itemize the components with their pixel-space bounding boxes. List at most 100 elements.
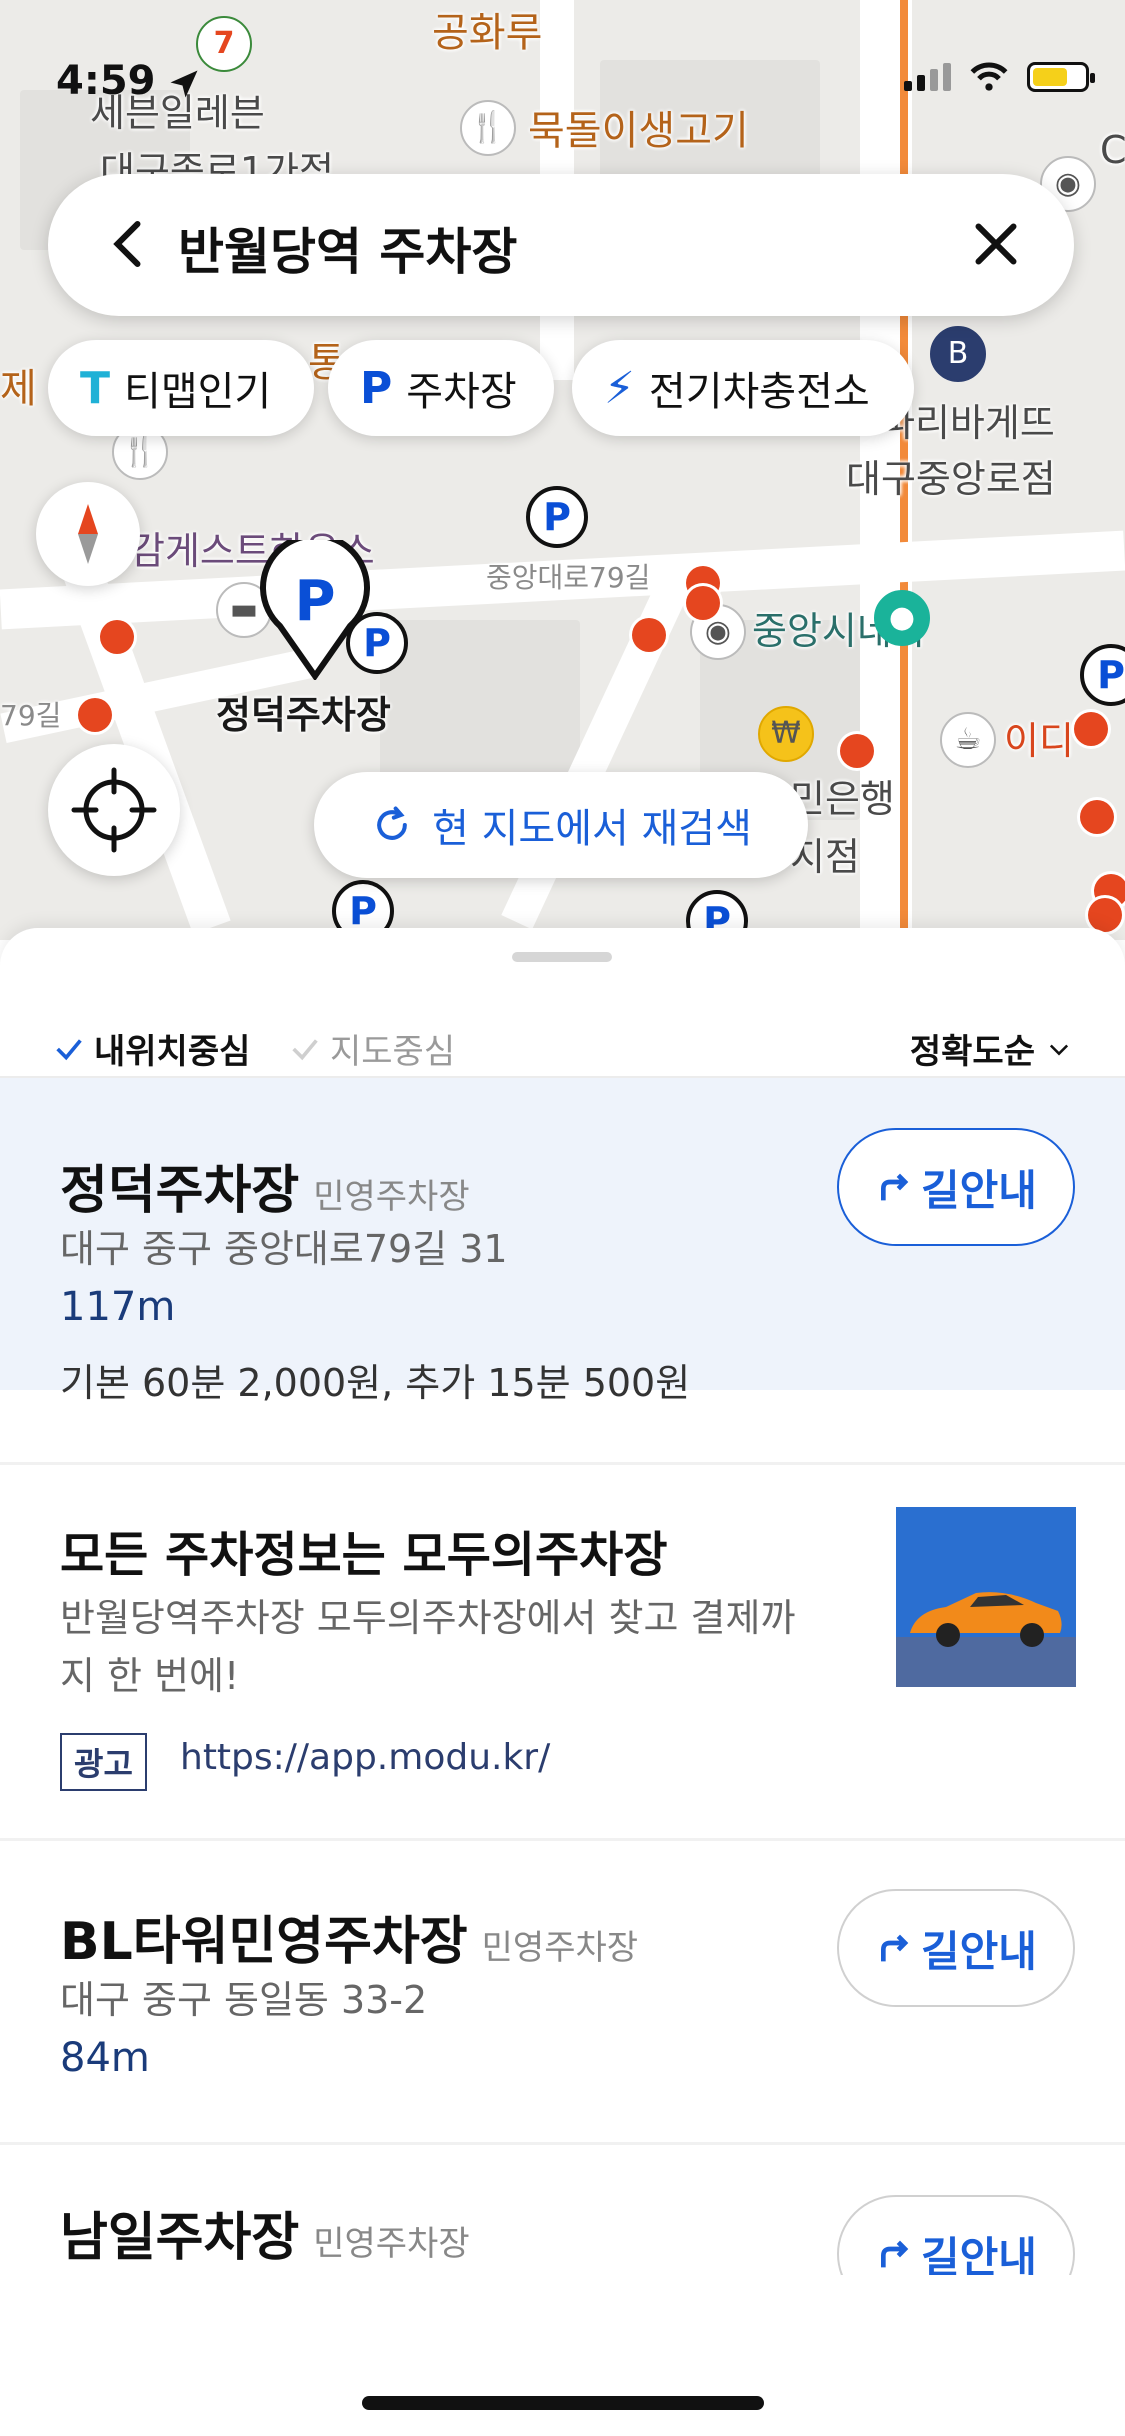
svg-text:P: P <box>294 569 335 634</box>
chip-label: 주차장 <box>406 369 517 415</box>
result-address: 대구 중구 중앙대로79길 31 <box>60 1227 508 1271</box>
check-icon <box>56 1038 82 1060</box>
result-title: BL타워민영주차장 민영주차장 <box>60 1899 638 1974</box>
chip-parking[interactable]: P 주차장 <box>328 340 554 436</box>
sort-label: 정확도순 <box>909 1032 1035 1072</box>
turn-right-icon <box>881 1934 909 1962</box>
result-category: 민영주차장 <box>481 1928 639 1968</box>
sort-dropdown[interactable]: 정확도순 <box>910 1024 1073 1073</box>
map-label-paris-branch: 대구중앙로점 <box>846 457 1056 501</box>
crosshair-icon <box>71 767 157 853</box>
result-title: 남일주차장 민영주차장 <box>60 2195 470 2270</box>
result-category: 민영주차장 <box>313 1177 470 1217</box>
map-label-road-left: 79길 <box>0 699 62 732</box>
result-category: 민영주차장 <box>313 2224 470 2264</box>
restaurant-icon[interactable]: 🍴 <box>460 100 516 156</box>
selected-parking-label: 정덕주차장 <box>216 693 391 737</box>
navigate-label: 길안내 <box>921 1165 1037 1215</box>
filter-label: 지도중심 <box>330 1032 456 1072</box>
bank-icon[interactable]: ₩ <box>758 706 814 762</box>
compass-icon <box>78 504 98 564</box>
status-time: 4:59 <box>56 58 156 104</box>
check-icon <box>292 1038 318 1060</box>
result-distance: 84m <box>60 2035 150 2081</box>
sheet-handle[interactable] <box>512 952 612 962</box>
result-item[interactable]: 정덕주차장 민영주차장 대구 중구 중앙대로79길 31 117m 기본 60분 … <box>0 1078 1125 1405</box>
map-red-pin[interactable] <box>1080 800 1114 834</box>
map-label-road: 중앙대로79길 <box>486 561 651 594</box>
filter-map-center[interactable]: 지도중심 <box>288 1024 455 1073</box>
map-label-partial-c: C <box>1100 128 1125 172</box>
convenience-store-icon[interactable]: 7 <box>196 16 252 72</box>
lightning-icon: ⚡ <box>604 362 635 414</box>
result-item[interactable]: BL타워민영주차장 민영주차장 대구 중구 동일동 33-2 84m 길안내 <box>0 1841 1125 2143</box>
map-label-mokdol: 묵돌이생고기 <box>528 108 749 154</box>
map-label-partial-left: 제 <box>0 366 37 412</box>
map-red-pin[interactable] <box>686 586 720 620</box>
parking-pin[interactable]: P <box>1080 644 1125 706</box>
selected-parking-marker[interactable]: P <box>260 532 370 682</box>
wifi-icon <box>970 62 1008 91</box>
turn-right-icon <box>881 1173 909 1201</box>
map-red-pin[interactable] <box>632 618 666 652</box>
result-title: 정덕주차장 민영주차장 <box>60 1148 470 1223</box>
filter-label: 내위치중심 <box>94 1032 251 1072</box>
cafe-icon[interactable]: ☕ <box>940 712 996 768</box>
chip-ev-charging[interactable]: ⚡ 전기차충전소 <box>572 340 914 436</box>
map-red-pin[interactable] <box>840 734 874 768</box>
chip-label: 전기차충전소 <box>648 369 870 415</box>
result-name: BL타워민영주차장 <box>60 1912 468 1972</box>
battery-icon <box>1027 62 1095 92</box>
result-distance: 117m <box>60 1284 176 1330</box>
home-indicator[interactable] <box>362 2396 764 2410</box>
navigate-button[interactable]: 길안내 <box>837 1889 1075 2007</box>
ad-item[interactable]: 모든 주차정보는 모두의주차장 반월당역주차장 모두의주차장에서 찾고 결제까 … <box>0 1465 1125 1837</box>
filter-my-location[interactable]: 내위치중심 <box>52 1024 250 1073</box>
parking-pin[interactable]: P <box>526 486 588 548</box>
result-name: 정덕주차장 <box>60 1161 300 1221</box>
location-pin-icon[interactable]: ● <box>874 590 930 646</box>
chip-tmap-popular[interactable]: T 티맵인기 <box>48 340 314 436</box>
compass-button[interactable] <box>36 482 140 586</box>
ad-title: 모든 주차정보는 모두의주차장 <box>60 1527 668 1583</box>
ad-url[interactable]: https://app.modu.kr/ <box>180 1737 550 1778</box>
ad-badge: 광고 <box>60 1733 147 1791</box>
result-price: 기본 60분 2,000원, 추가 15분 500원 <box>60 1361 691 1405</box>
map-red-pin[interactable] <box>1088 898 1122 932</box>
search-input[interactable]: 반월당역 주차장 <box>178 212 517 284</box>
ad-body-line2: 지 한 번에! <box>60 1654 240 1698</box>
current-location-button[interactable] <box>48 744 180 876</box>
map-view[interactable]: 세븐일레븐 대구종로1가점 공화루 묵돌이생고기 파리바게뜨 대구중앙로점 감게… <box>0 0 1125 940</box>
close-icon[interactable] <box>966 214 1026 274</box>
back-icon[interactable] <box>100 214 160 274</box>
bakery-icon[interactable]: B <box>930 326 986 382</box>
map-red-pin[interactable] <box>100 620 134 654</box>
navigate-label: 길안내 <box>921 1926 1037 1976</box>
research-map-button[interactable]: 현 지도에서 재검색 <box>314 772 808 878</box>
map-label-cafe: 이디 <box>1004 719 1074 763</box>
chevron-down-icon <box>1049 1044 1069 1055</box>
navigate-label: 길안내 <box>921 2232 1037 2276</box>
navigate-button[interactable]: 길안내 <box>837 2195 1075 2275</box>
ad-thumbnail[interactable] <box>896 1507 1076 1687</box>
navigate-button[interactable]: 길안내 <box>837 1128 1075 1246</box>
research-label: 현 지도에서 재검색 <box>432 806 752 852</box>
search-bar[interactable]: 반월당역 주차장 <box>48 174 1074 316</box>
parking-icon: P <box>360 362 393 414</box>
chip-label: 티맵인기 <box>124 369 272 415</box>
result-item[interactable]: 남일주차장 민영주차장 길안내 <box>0 2145 1125 2275</box>
result-address: 대구 중구 동일동 33-2 <box>60 1978 428 2022</box>
signal-icon <box>904 63 951 91</box>
status-icons <box>904 62 1095 92</box>
ad-body-line1: 반월당역주차장 모두의주차장에서 찾고 결제까 <box>60 1596 796 1640</box>
results-sheet: 내위치중심 지도중심 정확도순 정덕주차장 민영주차장 대구 중구 중앙대로79길… <box>0 928 1125 2436</box>
car-image <box>910 1592 1062 1647</box>
turn-right-icon <box>881 2240 909 2268</box>
map-block <box>380 620 580 780</box>
map-red-pin[interactable] <box>1074 712 1108 746</box>
map-red-pin[interactable] <box>78 698 112 732</box>
tmap-icon: T <box>80 362 111 414</box>
refresh-icon <box>377 806 407 840</box>
selected-pin-icon: P <box>260 532 370 682</box>
filter-row: 내위치중심 지도중심 정확도순 <box>0 988 1125 1088</box>
